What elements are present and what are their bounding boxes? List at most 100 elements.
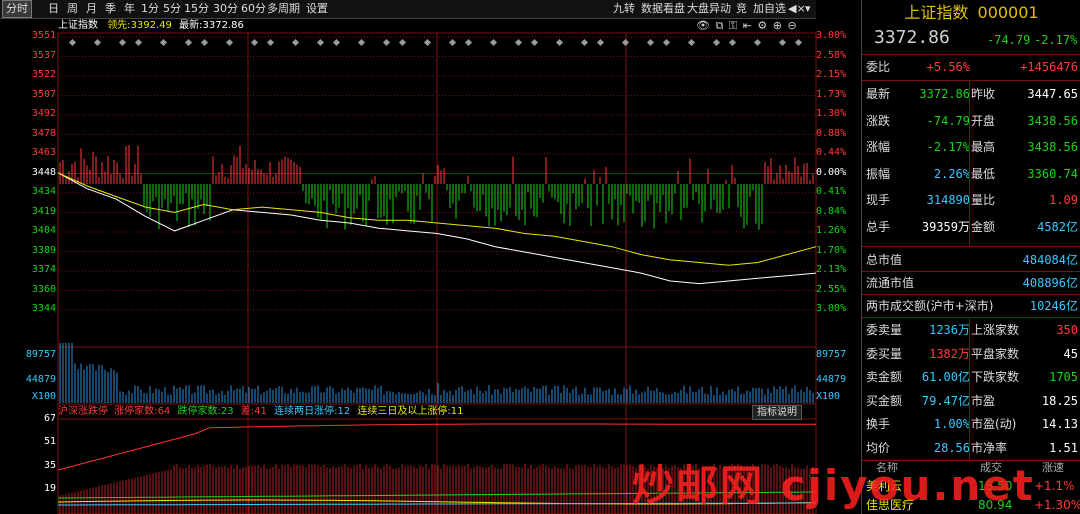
pct-tick-right: 2.13% <box>816 264 847 275</box>
indicator-tick: 19 <box>43 483 56 494</box>
commission-diff: +1456476 <box>1020 60 1078 74</box>
pct-tick-right: 2.15% <box>816 69 847 80</box>
zoom-in-icon[interactable]: ⊕ <box>773 19 782 32</box>
event-marker <box>159 38 168 47</box>
stat-label: 最新 <box>866 87 891 101</box>
leader-label: 领先: <box>107 20 131 31</box>
diff-label: 差: <box>240 406 255 417</box>
commission-row: 委比 +5.56% +1456476 <box>862 55 1080 79</box>
stat-value: 2.26% <box>933 166 970 181</box>
event-marker <box>448 38 457 47</box>
event-marker <box>687 38 696 47</box>
event-marker <box>621 38 630 47</box>
price-tick-left: 3448 <box>31 166 56 178</box>
event-marker <box>357 38 366 47</box>
stat-label: 卖金额 <box>866 370 903 384</box>
stat-label: 昨收 <box>971 87 996 101</box>
price-tick-left: 3507 <box>31 88 56 100</box>
market-row: 两市成交额(沪市+深市) 10246亿 <box>862 294 1080 318</box>
event-marker <box>596 38 605 47</box>
column-divider <box>969 318 970 460</box>
collapse-icon[interactable]: ⇤ <box>743 19 752 32</box>
stat-label: 开盘 <box>971 113 996 128</box>
stat-value: 350 <box>1056 323 1078 337</box>
event-marker <box>332 38 341 47</box>
zoom-out-icon[interactable]: ⊖ <box>788 19 797 32</box>
event-marker <box>712 38 721 47</box>
two-day-value: 12 <box>337 406 351 417</box>
stat-value: 18.25 <box>1041 393 1078 408</box>
stat-row: 振幅 2.26% 最低 3360.74 <box>862 162 1080 186</box>
stat-value: 1.00% <box>933 417 970 431</box>
price-tick-left: 3374 <box>31 264 56 275</box>
price-tick-left: 3551 <box>31 30 56 41</box>
indicator-title: 沪深涨跌停 <box>58 406 108 417</box>
list-item-speed: +1.1% <box>1034 479 1075 493</box>
panel-header: 上证指数 000001 <box>862 0 1080 26</box>
event-marker <box>398 38 407 47</box>
event-marker <box>266 38 275 47</box>
indicator-tick: 51 <box>43 436 56 447</box>
market-value: 408896亿 <box>1022 276 1078 290</box>
stat-row: 卖金额 61.00亿 下跌家数 1705 <box>862 365 1080 389</box>
price-tick-left: 3463 <box>31 147 56 158</box>
diff-value: 41 <box>254 406 267 417</box>
stat-value: 45 <box>1063 346 1078 361</box>
stat-value: 1705 <box>1049 370 1078 384</box>
market-label: 两市成交额(沪市+深市) <box>866 299 994 313</box>
event-marker <box>200 38 209 47</box>
settings-icon[interactable]: ⚙ <box>757 19 767 32</box>
volume-tick-left: 89757 <box>25 349 56 360</box>
stat-value: 3372.86 <box>919 87 970 101</box>
stat-label: 最低 <box>971 166 996 181</box>
market-value: 484084亿 <box>1022 253 1078 267</box>
price-tick-left: 3492 <box>31 108 56 119</box>
two-day-label: 连续两日涨停: <box>274 406 338 417</box>
event-marker <box>423 38 432 47</box>
stat-row: 涨幅 -2.17% 最高 3438.56 <box>862 135 1080 159</box>
eye-icon[interactable]: 👁 <box>696 19 710 32</box>
latest-label: 最新: <box>179 20 203 31</box>
leader-value: 3392.49 <box>130 20 172 31</box>
stat-row: 买金额 79.47亿 市盈 18.25 <box>862 389 1080 413</box>
stat-row: 委卖量 1236万 上涨家数 350 <box>862 318 1080 342</box>
event-marker <box>514 38 523 47</box>
panel-title: 上证指数 <box>904 3 969 22</box>
pct-tick-right: 0.44% <box>816 147 847 158</box>
key-icon[interactable]: ⚿ <box>729 19 737 32</box>
stat-value: 3447.65 <box>1027 87 1078 101</box>
pct-tick-right: 1.30% <box>816 108 847 119</box>
volume-tick-left: 44879 <box>25 374 56 385</box>
event-marker <box>134 38 143 47</box>
event-marker <box>489 38 498 47</box>
chart-tools: 👁 ⧉ ⚿ ⇤ ⚙ ⊕ ⊖ <box>696 19 797 33</box>
stat-value: 1382万 <box>929 346 970 361</box>
stat-value: -74.79 <box>926 113 970 128</box>
event-marker <box>118 38 127 47</box>
stat-value: 314890 <box>926 193 970 207</box>
stat-label: 总手 <box>866 219 891 234</box>
event-marker <box>580 38 589 47</box>
stat-row: 现手 314890 量比 1.09 <box>862 188 1080 212</box>
price-tick-left: 3344 <box>31 303 56 314</box>
pct-tick-right: 1.26% <box>816 225 847 236</box>
stat-value: 3360.74 <box>1027 166 1078 181</box>
event-marker <box>68 38 77 47</box>
indicator-tick: 67 <box>43 413 56 424</box>
quote-panel: 上证指数 000001 3372.86 -74.79 -2.17% 委比 +5.… <box>861 0 1080 514</box>
pct-tick-right: 0.00% <box>816 166 847 178</box>
panel-change-pct: -2.17% <box>1034 33 1078 47</box>
stat-value: 4582亿 <box>1037 219 1078 234</box>
three-day-label: 连续三日及以上涨停: <box>357 406 451 417</box>
event-marker <box>464 38 473 47</box>
event-marker <box>530 38 539 47</box>
price-tick-left: 3419 <box>31 205 56 217</box>
stat-row: 换手 1.00% 市盈(动) 14.13 <box>862 412 1080 436</box>
stat-value: 1.09 <box>1049 193 1078 207</box>
stat-value: 61.00亿 <box>921 370 970 384</box>
indicator-explain-button[interactable]: 指标说明 <box>752 405 802 420</box>
event-marker <box>184 38 193 47</box>
copy-icon[interactable]: ⧉ <box>715 19 723 32</box>
pct-tick-right: 0.84% <box>816 205 847 217</box>
stat-value: -2.17% <box>926 140 970 154</box>
